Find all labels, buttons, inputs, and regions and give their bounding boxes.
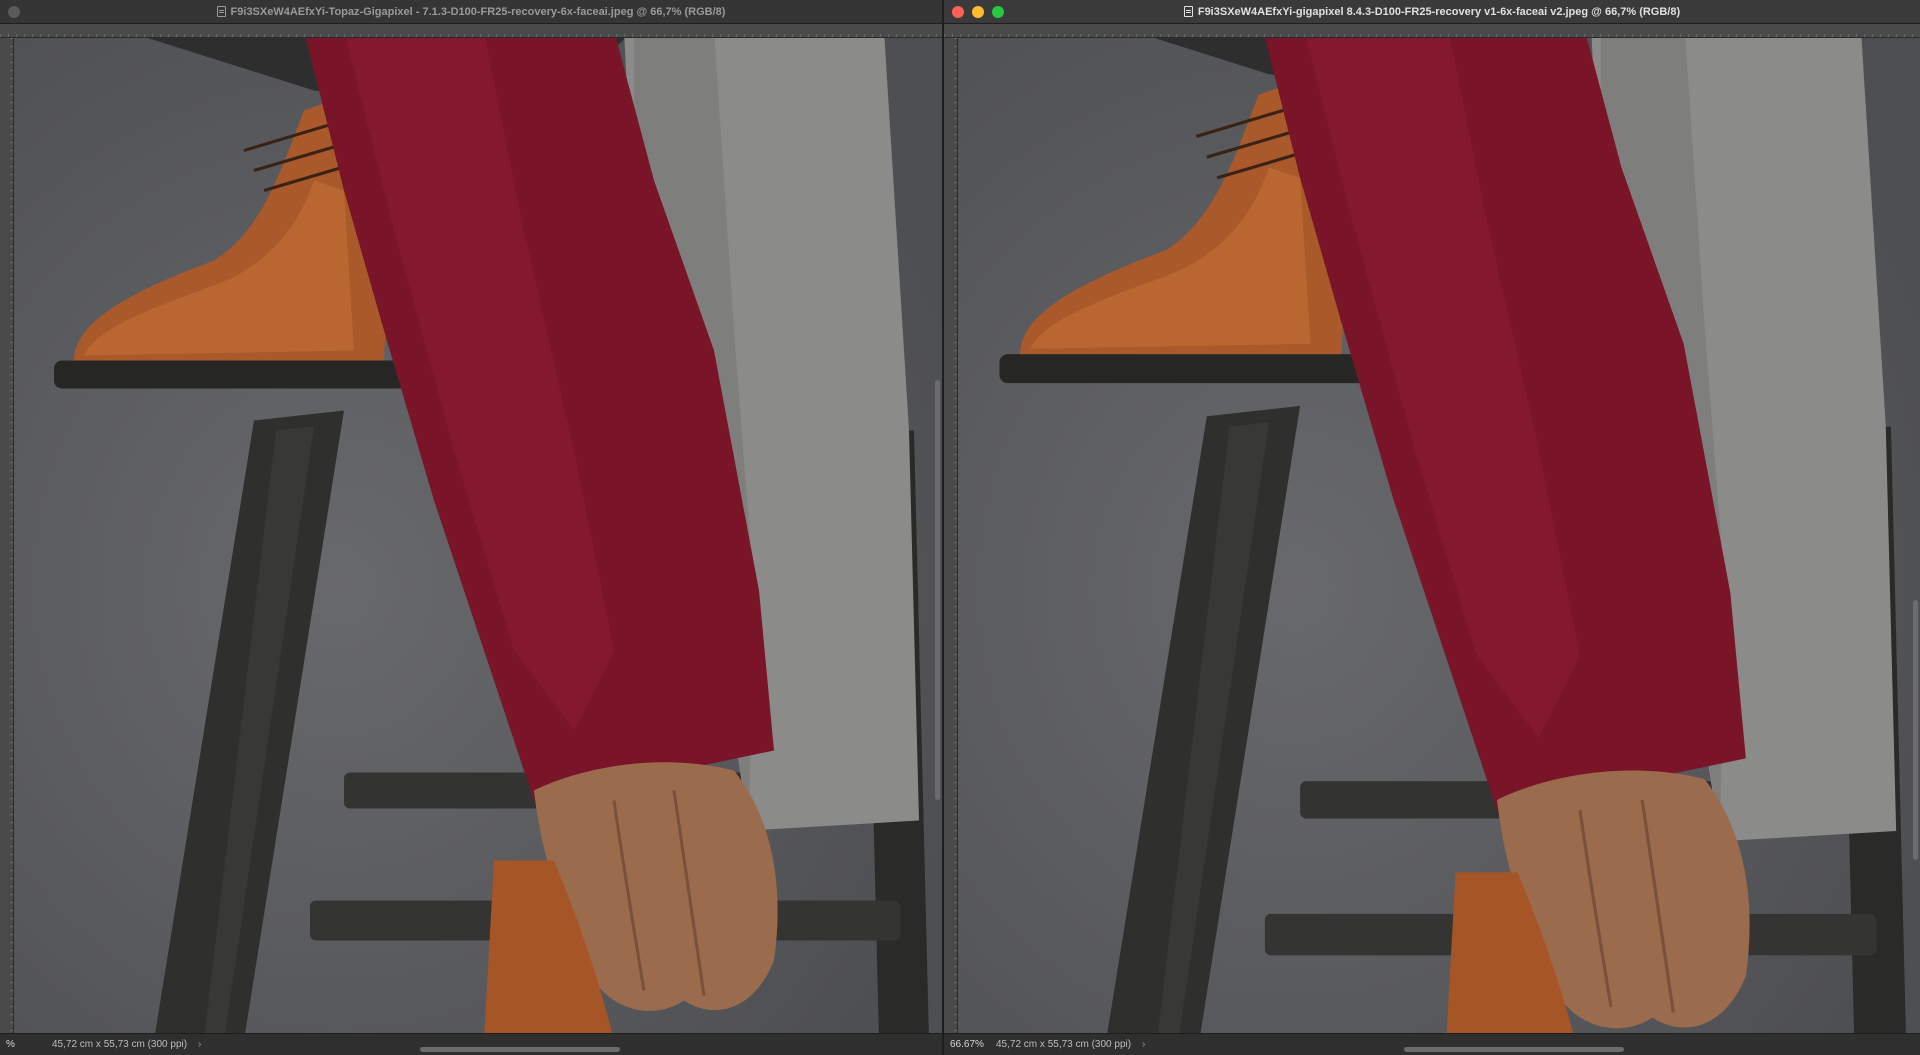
window-title: F9i3SXeW4AEfxYi-Topaz-Gigapixel - 7.1.3-… <box>0 0 942 24</box>
horizontal-ruler <box>0 24 942 38</box>
photo-image <box>958 38 1920 1033</box>
document-size: 45,72 cm x 55,73 cm (300 ppi) <box>52 1039 188 1050</box>
horizontal-scrollbar[interactable] <box>1404 1047 1624 1052</box>
right-document-window[interactable]: F9i3SXeW4AEfxYi-gigapixel 8.4.3-D100-FR2… <box>944 0 1920 1055</box>
horizontal-ruler <box>944 24 1920 38</box>
vertical-scrollbar[interactable] <box>935 380 940 800</box>
window-title-text: F9i3SXeW4AEfxYi-gigapixel 8.4.3-D100-FR2… <box>1197 6 1681 18</box>
status-menu-arrow[interactable]: › <box>1142 1034 1145 1055</box>
window-title: F9i3SXeW4AEfxYi-gigapixel 8.4.3-D100-FR2… <box>944 0 1920 24</box>
image-canvas[interactable] <box>14 38 942 1033</box>
vertical-ruler <box>944 38 958 1033</box>
document-size: 45,72 cm x 55,73 cm (300 ppi) <box>996 1039 1132 1050</box>
zoom-level-field[interactable]: % <box>6 1034 15 1055</box>
horizontal-scrollbar[interactable] <box>420 1047 620 1052</box>
status-bar: % 45,72 cm x 55,73 cm (300 ppi) › <box>0 1033 942 1055</box>
zoom-level-field[interactable]: 66.67% <box>950 1034 984 1055</box>
doc-icon <box>1183 6 1193 17</box>
title-bar[interactable]: F9i3SXeW4AEfxYi-Topaz-Gigapixel - 7.1.3-… <box>0 0 942 24</box>
vertical-scrollbar[interactable] <box>1913 600 1918 860</box>
status-menu-arrow[interactable]: › <box>198 1034 201 1055</box>
image-canvas[interactable] <box>958 38 1920 1033</box>
title-bar[interactable]: F9i3SXeW4AEfxYi-gigapixel 8.4.3-D100-FR2… <box>944 0 1920 24</box>
photo-image <box>14 38 942 1033</box>
status-bar: 66.67% 45,72 cm x 55,73 cm (300 ppi) › <box>944 1033 1920 1055</box>
window-title-text: F9i3SXeW4AEfxYi-Topaz-Gigapixel - 7.1.3-… <box>230 6 726 18</box>
left-document-window[interactable]: F9i3SXeW4AEfxYi-Topaz-Gigapixel - 7.1.3-… <box>0 0 942 1055</box>
vertical-ruler <box>0 38 14 1033</box>
doc-icon <box>216 6 226 17</box>
